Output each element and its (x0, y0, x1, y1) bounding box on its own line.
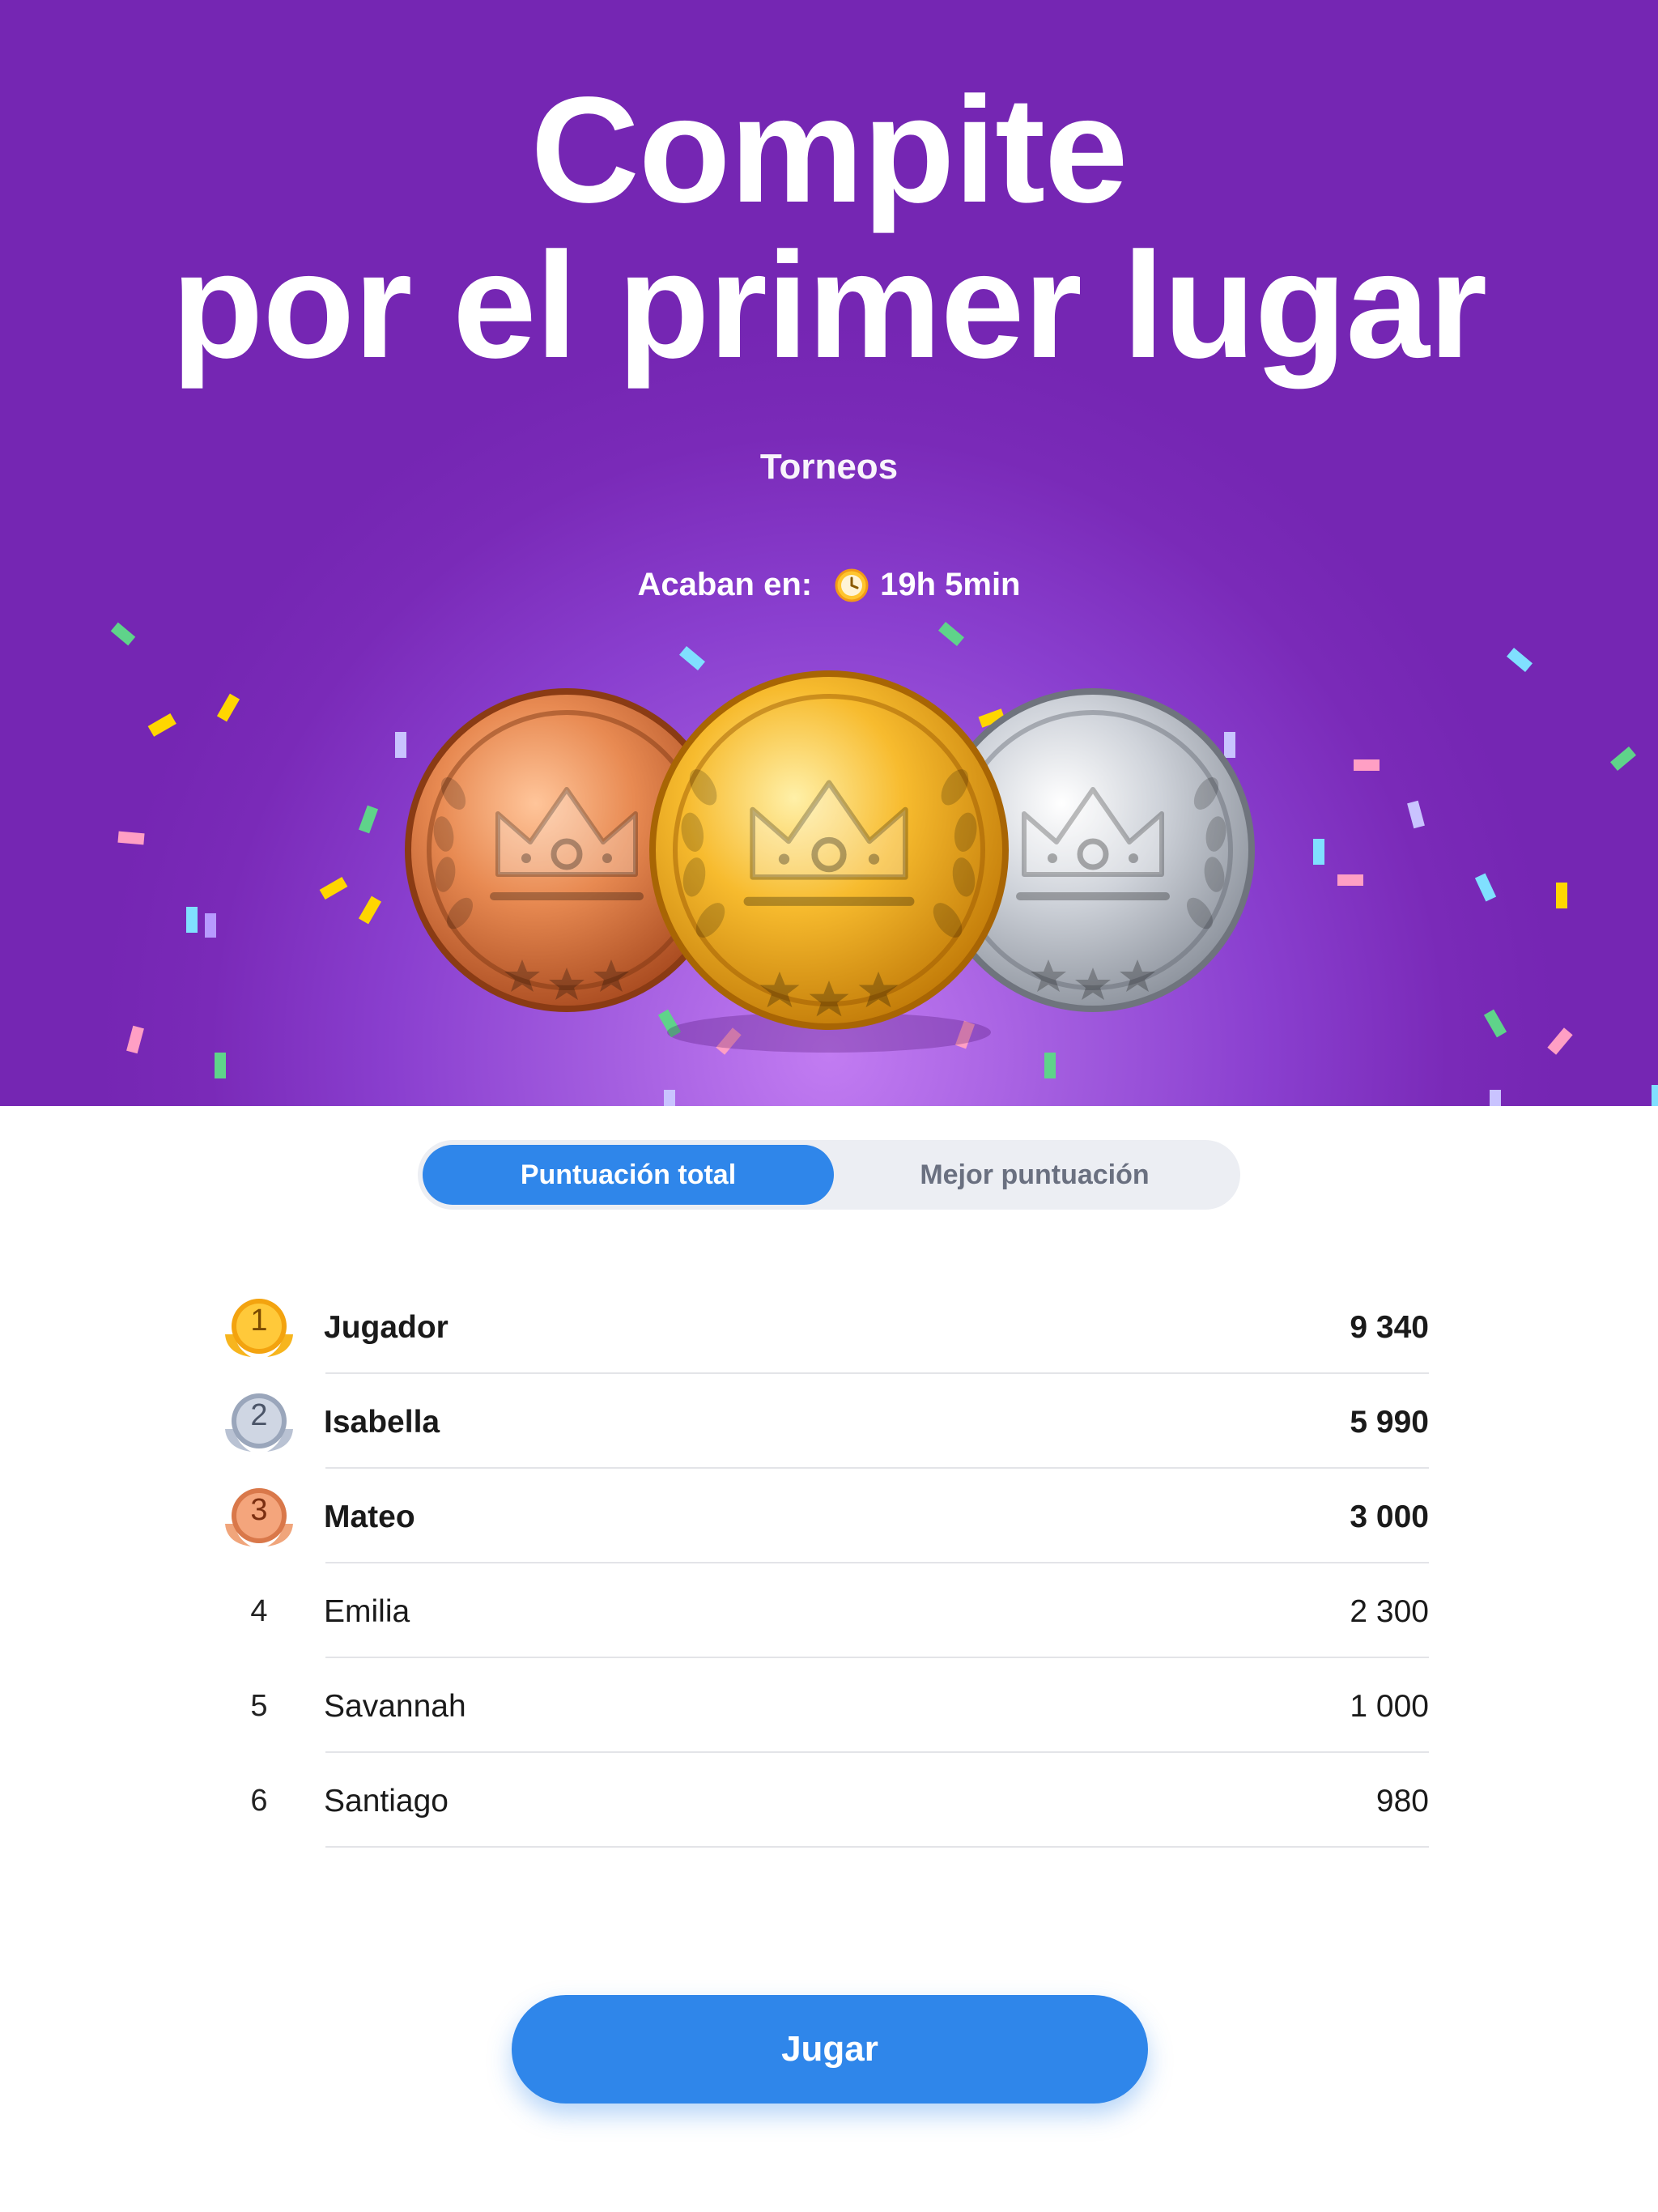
leaderboard-row[interactable]: 1 Jugador 9 340 (219, 1279, 1433, 1374)
player-name: Emilia (324, 1594, 410, 1629)
tab-best-score[interactable]: Mejor puntuación (834, 1145, 1235, 1205)
player-score: 5 990 (1350, 1405, 1429, 1440)
player-score: 980 (1375, 1784, 1429, 1819)
player-score: 3 000 (1350, 1499, 1429, 1534)
rank-number: 3 (250, 1493, 268, 1527)
player-score: 9 340 (1350, 1310, 1429, 1345)
leaderboard-list: 1 Jugador 9 340 2 Isabella 5 990 3 Mateo… (219, 1279, 1433, 1848)
player-score: 2 300 (1350, 1594, 1429, 1629)
rank-number: 4 (250, 1594, 268, 1628)
leaderboard-row[interactable]: 2 Isabella 5 990 (219, 1374, 1433, 1469)
play-button[interactable]: Jugar (512, 1995, 1148, 2104)
leaderboard-row[interactable]: 6 Santiago 980 (219, 1753, 1433, 1848)
leaderboard-row[interactable]: 4 Emilia 2 300 (219, 1563, 1433, 1658)
leaderboard-row[interactable]: 3 Mateo 3 000 (219, 1469, 1433, 1563)
rank-number: 6 (250, 1784, 268, 1818)
player-name: Jugador (324, 1310, 449, 1345)
player-name: Isabella (324, 1405, 440, 1440)
medals-illustration (405, 670, 1255, 1053)
player-score: 1 000 (1350, 1689, 1429, 1724)
rank-number: 1 (250, 1304, 268, 1338)
player-name: Mateo (324, 1499, 415, 1534)
score-type-toggle: Puntuación total Mejor puntuación (418, 1140, 1240, 1210)
tab-total-score[interactable]: Puntuación total (423, 1145, 834, 1205)
player-name: Savannah (324, 1689, 466, 1724)
rank-number: 2 (250, 1398, 268, 1432)
gold-medal-icon (649, 670, 1009, 1053)
rank-number: 5 (250, 1689, 268, 1723)
leaderboard-row[interactable]: 5 Savannah 1 000 (219, 1658, 1433, 1753)
hero-banner: Compite por el primer lugar Torneos Acab… (0, 0, 1658, 1106)
player-name: Santiago (324, 1784, 449, 1819)
row-divider (325, 1846, 1429, 1848)
